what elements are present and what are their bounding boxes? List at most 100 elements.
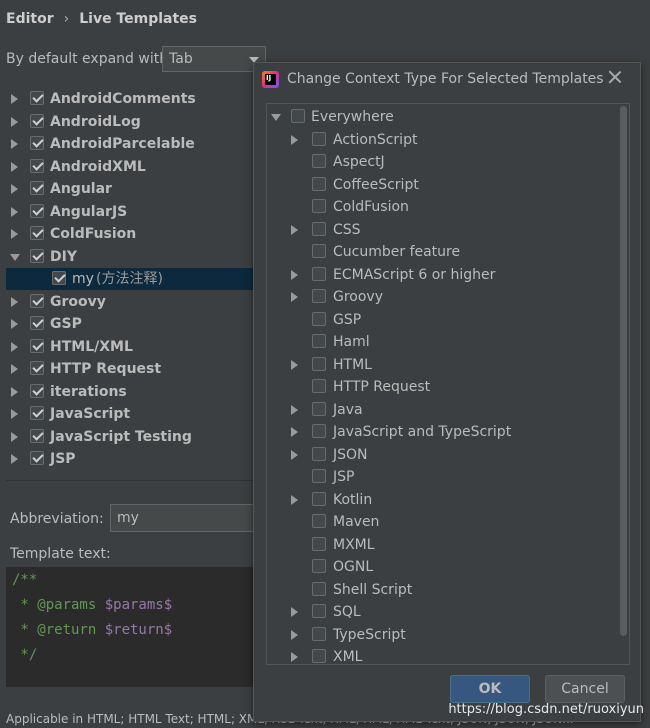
chevron-right-icon[interactable] <box>11 386 18 397</box>
abbreviation-input[interactable]: my <box>110 504 260 532</box>
checkbox[interactable] <box>312 604 326 618</box>
context-item[interactable]: Java <box>267 399 617 421</box>
checkbox[interactable] <box>30 203 44 218</box>
chevron-right-icon[interactable] <box>291 652 298 662</box>
chevron-right-icon[interactable] <box>11 319 18 329</box>
tree-child-item[interactable]: my (方法注释) <box>6 268 262 290</box>
checkbox[interactable] <box>312 244 326 258</box>
context-tree[interactable]: Everywhere ActionScript AspectJ CoffeeScrip… <box>266 103 630 665</box>
checkbox[interactable] <box>52 271 66 285</box>
checkbox[interactable] <box>312 289 326 303</box>
tree-group-item[interactable]: HTML/XML <box>6 336 262 358</box>
tree-group-item[interactable]: JavaScript <box>6 403 262 425</box>
template-tree[interactable]: AndroidComments AndroidLog AndroidParcelab… <box>6 88 262 478</box>
context-item[interactable]: OGNL <box>267 556 617 578</box>
chevron-right-icon[interactable] <box>11 296 18 307</box>
checkbox[interactable] <box>312 266 326 281</box>
checkbox[interactable] <box>312 491 326 506</box>
context-item[interactable]: SQL <box>267 601 617 623</box>
checkbox[interactable] <box>30 428 44 443</box>
tree-group-item[interactable]: HTTP Request <box>6 358 262 380</box>
context-item[interactable]: ActionScript <box>267 129 617 151</box>
context-item[interactable]: ColdFusion <box>267 196 617 218</box>
context-item[interactable]: JavaScript and TypeScript <box>267 421 617 443</box>
context-item[interactable]: Groovy <box>267 286 617 308</box>
checkbox[interactable] <box>312 176 326 191</box>
chevron-right-icon[interactable] <box>291 607 298 617</box>
chevron-right-icon[interactable] <box>11 229 18 239</box>
chevron-right-icon[interactable] <box>291 427 298 437</box>
template-text-editor[interactable]: /** * @params $params$ * @return $return… <box>6 567 262 687</box>
chevron-right-icon[interactable] <box>11 116 18 127</box>
chevron-right-icon[interactable] <box>11 364 18 374</box>
tree-group-item[interactable]: Groovy <box>6 291 262 313</box>
checkbox[interactable] <box>312 649 326 663</box>
context-item[interactable]: Shell Script <box>267 579 617 601</box>
chevron-down-icon[interactable] <box>271 114 281 121</box>
chevron-right-icon[interactable] <box>11 94 18 104</box>
chevron-right-icon[interactable] <box>291 134 298 145</box>
checkbox[interactable] <box>312 131 326 146</box>
tree-group-item[interactable]: AndroidLog <box>6 111 262 133</box>
checkbox[interactable] <box>30 361 44 375</box>
chevron-right-icon[interactable] <box>291 629 298 640</box>
checkbox[interactable] <box>312 446 326 461</box>
chevron-right-icon[interactable] <box>291 292 298 302</box>
breadcrumb-parent[interactable]: Editor <box>6 11 54 27</box>
context-item[interactable]: CSS <box>267 219 617 241</box>
chevron-right-icon[interactable] <box>291 494 298 505</box>
context-item[interactable]: AspectJ <box>267 151 617 173</box>
chevron-right-icon[interactable] <box>11 409 18 419</box>
scrollbar-thumb[interactable] <box>620 106 627 636</box>
context-item[interactable]: CoffeeScript <box>267 174 617 196</box>
checkbox[interactable] <box>30 293 44 308</box>
chevron-right-icon[interactable] <box>291 449 298 460</box>
cancel-button[interactable]: Cancel <box>545 675 625 703</box>
tree-group-item[interactable]: GSP <box>6 313 262 335</box>
checkbox[interactable] <box>30 158 44 173</box>
checkbox[interactable] <box>30 406 44 420</box>
context-item[interactable]: JSP <box>267 466 617 488</box>
tree-group-item[interactable]: AngularJS <box>6 201 262 223</box>
context-item[interactable]: HTML <box>267 354 617 376</box>
context-item[interactable]: HTTP Request <box>267 376 617 398</box>
expand-with-select[interactable]: Tab <box>162 46 266 72</box>
chevron-down-icon[interactable] <box>10 253 20 261</box>
checkbox[interactable] <box>30 136 44 150</box>
context-item[interactable]: JSON <box>267 444 617 466</box>
checkbox[interactable] <box>312 536 326 551</box>
checkbox[interactable] <box>30 451 44 465</box>
checkbox[interactable] <box>30 338 44 353</box>
context-root-item[interactable]: Everywhere <box>267 106 617 128</box>
tree-group-item[interactable]: Angular <box>6 178 262 200</box>
checkbox[interactable] <box>30 113 44 128</box>
chevron-right-icon[interactable] <box>291 269 298 280</box>
chevron-right-icon[interactable] <box>291 359 298 370</box>
tree-group-item[interactable]: iterations <box>6 381 262 403</box>
tree-group-item[interactable]: AndroidParcelable <box>6 133 262 155</box>
chevron-right-icon[interactable] <box>11 184 18 194</box>
checkbox[interactable] <box>30 226 44 240</box>
tree-group-item[interactable]: JavaScript Testing <box>6 426 262 448</box>
checkbox[interactable] <box>30 181 44 195</box>
context-item[interactable]: Maven <box>267 511 617 533</box>
chevron-right-icon[interactable] <box>11 206 18 217</box>
context-item[interactable]: Cucumber feature <box>267 241 617 263</box>
context-item[interactable]: XML <box>267 646 617 664</box>
checkbox[interactable] <box>30 248 44 263</box>
tree-group-item[interactable]: JSP <box>6 448 262 470</box>
checkbox[interactable] <box>30 316 44 330</box>
ok-button[interactable]: OK <box>450 675 530 703</box>
checkbox[interactable] <box>312 581 326 596</box>
chevron-right-icon[interactable] <box>11 341 18 352</box>
tree-group-item[interactable]: AndroidComments <box>6 88 262 110</box>
chevron-right-icon[interactable] <box>291 404 298 415</box>
checkbox[interactable] <box>312 424 326 438</box>
checkbox[interactable] <box>312 626 326 641</box>
chevron-right-icon[interactable] <box>11 139 18 149</box>
context-item[interactable]: Haml <box>267 331 617 353</box>
context-item[interactable]: TypeScript <box>267 624 617 646</box>
checkbox[interactable] <box>312 514 326 528</box>
context-item[interactable]: Kotlin <box>267 489 617 511</box>
checkbox[interactable] <box>291 109 305 123</box>
